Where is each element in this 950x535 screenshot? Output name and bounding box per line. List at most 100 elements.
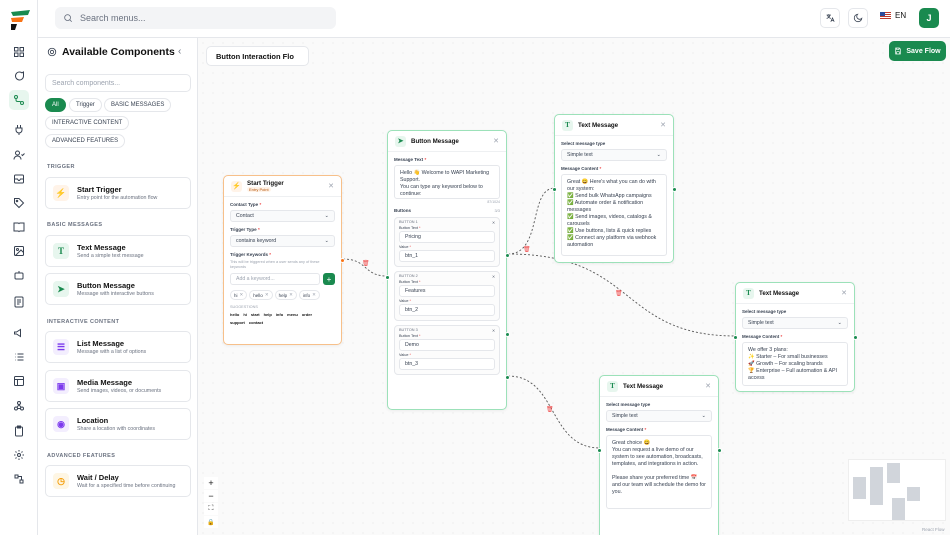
webhook-icon[interactable] [9,396,29,416]
contact-type-select[interactable]: Contact ⌄ [230,210,335,222]
close-icon[interactable]: ✕ [493,137,499,145]
list-icon[interactable] [9,347,29,367]
button-text-input[interactable]: Features [399,285,495,297]
template-icon[interactable] [9,371,29,391]
gallery-icon[interactable] [9,241,29,261]
component-search-input[interactable]: Search components... [45,74,191,92]
delete-edge-icon[interactable]: 🗑 [615,290,623,297]
suggestion-chip[interactable]: start [251,311,260,319]
text-message-node[interactable]: T Text Message ✕ Select message type Sim… [733,282,858,392]
message-text-area[interactable]: Hello 👋 Welcome to WAPI Marketing Suppor… [394,165,500,199]
chat-icon[interactable] [9,66,29,86]
settings-icon[interactable] [9,445,29,465]
collapse-panel-icon[interactable]: ‹ [178,46,181,57]
keyword-tag[interactable]: hi ✕ [230,290,248,300]
button-message-node[interactable]: ➤ Button Message ✕ Message Text * Hello … [385,130,510,410]
delete-edge-icon[interactable]: 🗑 [523,246,531,253]
button3-output-handle[interactable] [505,375,510,380]
translate-button[interactable] [820,8,840,28]
filter-advanced-features[interactable]: ADVANCED FEATURES [45,134,126,148]
minimap[interactable] [848,459,946,521]
output-handle[interactable] [853,335,858,340]
component-wait-delay[interactable]: ◷ Wait / Delay Wait for a specified time … [45,465,191,497]
text-message-node[interactable]: T Text Message ✕ Select message type Sim… [597,375,722,535]
inbox-icon[interactable] [9,169,29,189]
file-icon[interactable] [9,292,29,312]
trigger-type-select[interactable]: contains keyword ⌄ [230,235,335,247]
filter-all[interactable]: All [45,98,66,112]
remove-icon[interactable]: ✕ [265,292,269,298]
suggestion-chip[interactable]: info [276,311,283,319]
suggestion-chip[interactable]: contact [249,319,263,327]
delete-edge-icon[interactable]: 🗑 [362,260,370,267]
button-value-input[interactable]: btn_1 [399,250,495,262]
message-type-select[interactable]: Simple text ⌄ [606,410,712,422]
suggestion-chip[interactable]: hi [243,311,247,319]
menu-search-input[interactable]: Search menus... [55,7,336,29]
button-value-input[interactable]: btn_3 [399,358,495,370]
close-icon[interactable]: ✕ [492,220,495,225]
text-message-node[interactable]: T Text Message ✕ Select message type Sim… [552,114,677,263]
language-selector[interactable]: EN [880,11,906,20]
app-logo[interactable] [8,9,32,31]
input-handle[interactable] [385,275,390,280]
suggestion-chip[interactable]: order [302,311,312,319]
bot-icon[interactable] [9,265,29,285]
close-icon[interactable]: ✕ [492,328,495,333]
close-icon[interactable]: ✕ [328,182,334,190]
message-content-area[interactable]: Great choice 😄 You can request a live de… [606,435,712,509]
clipboard-icon[interactable] [9,421,29,441]
suggestion-chip[interactable]: menu [287,311,298,319]
keyword-input[interactable]: Add a keyword... [230,273,320,285]
button-value-input[interactable]: btn_2 [399,304,495,316]
book-icon[interactable] [9,217,29,237]
flow-icon[interactable] [9,90,29,110]
component-button-message[interactable]: ➤ Button Message Message with interactive… [45,273,191,305]
button-text-input[interactable]: Demo [399,339,495,351]
output-handle[interactable] [672,187,677,192]
suggestion-chip[interactable]: support [230,319,245,327]
theme-toggle-button[interactable] [848,8,868,28]
api-icon[interactable] [9,469,29,489]
lock-button[interactable]: 🔒 [204,516,218,528]
add-keyword-button[interactable]: + [323,273,335,285]
suggestion-chip[interactable]: help [264,311,272,319]
message-type-select[interactable]: Simple text ⌄ [561,149,667,161]
input-handle[interactable] [597,448,602,453]
filter-interactive-content[interactable]: INTERACTIVE CONTENT [45,116,130,130]
component-location[interactable]: ◉ Location Share a location with coordina… [45,408,191,440]
zoom-out-button[interactable]: − [204,490,218,502]
flow-canvas[interactable]: Button Interaction Flo Save Flow 🗑 🗑 🗑 🗑… [198,38,950,535]
close-icon[interactable]: ✕ [705,382,711,390]
filter-basic-messages[interactable]: BASIC MESSAGES [104,98,172,112]
filter-trigger[interactable]: Trigger [69,98,102,112]
tag-icon[interactable] [9,193,29,213]
keyword-tag[interactable]: hello ✕ [249,290,273,300]
button-text-input[interactable]: Pricing [399,231,495,243]
user-avatar[interactable]: J [919,8,939,28]
close-icon[interactable]: ✕ [841,289,847,297]
users-icon[interactable] [9,145,29,165]
remove-icon[interactable]: ✕ [312,292,316,298]
dashboard-icon[interactable] [9,42,29,62]
attribution[interactable]: React Flow [922,527,945,532]
suggestion-chip[interactable]: hello [230,311,239,319]
fit-view-button[interactable]: ⛶ [204,503,218,515]
component-list-message[interactable]: ☰ List Message Message with a list of opt… [45,331,191,363]
output-handle[interactable] [340,258,345,263]
remove-icon[interactable]: ✕ [289,292,293,298]
component-media-message[interactable]: ▣ Media Message Send images, videos, or d… [45,370,191,402]
message-type-select[interactable]: Simple text ⌄ [742,317,848,329]
remove-icon[interactable]: ✕ [240,292,244,298]
close-icon[interactable]: ✕ [492,274,495,279]
button1-output-handle[interactable] [505,253,510,258]
input-handle[interactable] [552,187,557,192]
component-text-message[interactable]: T Text Message Send a simple text message [45,235,191,267]
keyword-tag[interactable]: help ✕ [274,290,297,300]
megaphone-icon[interactable] [9,323,29,343]
message-content-area[interactable]: We offer 3 plans: ✨ Starter – For small … [742,342,848,386]
button2-output-handle[interactable] [505,332,510,337]
message-content-area[interactable]: Great 😄 Here's what you can do with our … [561,174,667,256]
component-start-trigger[interactable]: ⚡ Start Trigger Entry point for the autom… [45,177,191,209]
zoom-in-button[interactable]: + [204,477,218,489]
